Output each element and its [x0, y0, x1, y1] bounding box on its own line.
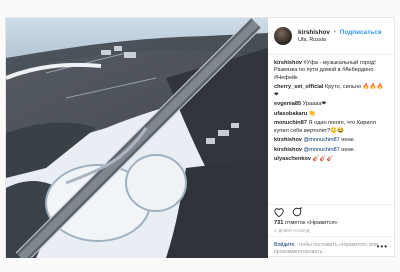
comment-item: ulyaschenkov 🎸🎸🎸 — [274, 156, 388, 163]
comment-item: kirshishov #Уфа - музыкальный город! Раз… — [274, 60, 388, 82]
separator-dot: • — [333, 28, 336, 36]
comment-icon[interactable] — [292, 204, 302, 222]
comment-item: kirshishov @monuchin87 нене. — [274, 137, 388, 144]
comments-list: kirshishov #Уфа - музыкальный город! Раз… — [268, 55, 394, 204]
comment-author[interactable]: kirshishov — [274, 60, 302, 66]
comment-author[interactable]: ufasobakaru — [274, 111, 307, 117]
comment-author[interactable]: kirshishov — [274, 147, 302, 153]
comment-mention[interactable]: @monuchin87 — [304, 137, 340, 143]
comment-text: нене. — [341, 146, 356, 153]
comment-author[interactable]: ulyaschenkov — [274, 156, 311, 162]
comment-item: kirshishov @monuchin87 нене. — [274, 147, 388, 154]
comment-item: ufasobakaru 👏 — [274, 111, 388, 118]
post-modal: kirshishov • Подписаться Ufa, Russia kir… — [5, 17, 395, 258]
aerial-photo-image — [6, 18, 268, 258]
comment-item: cherry_set_official Круто, сильно 🔥🔥🔥❤ — [274, 84, 388, 99]
comment-author[interactable]: monuchin87 — [274, 120, 307, 126]
comment-text: Ураааа❤ — [302, 101, 327, 108]
post-actions — [268, 204, 394, 220]
comment-author[interactable]: evgenia85 — [274, 101, 301, 107]
more-options-icon[interactable]: ••• — [377, 242, 388, 251]
comment-author[interactable]: cherry_set_official — [274, 84, 323, 90]
login-prompt: Войдите, чтобы поставить «Нравится» или … — [268, 236, 394, 258]
comment-item: evgenia85 Ураааа❤ — [274, 101, 388, 108]
login-link[interactable]: Войдите — [274, 242, 294, 248]
comment-item: monuchin87 Я один понял, что Кирилл купи… — [274, 120, 388, 135]
comment-text: 🎸🎸🎸 — [312, 156, 334, 163]
follow-button[interactable]: Подписаться — [340, 29, 382, 36]
post-sidebar: kirshishov • Подписаться Ufa, Russia kir… — [268, 18, 394, 258]
comment-text: 👏 — [308, 110, 316, 117]
comment-author[interactable]: kirshishov — [274, 137, 302, 143]
avatar[interactable] — [274, 27, 292, 45]
author-username[interactable]: kirshishov — [298, 29, 330, 36]
location-link[interactable]: Ufa, Russia — [298, 37, 382, 43]
post-time: 1 дней назад — [274, 228, 310, 233]
post-header: kirshishov • Подписаться Ufa, Russia — [268, 18, 394, 55]
post-photo[interactable] — [6, 18, 268, 258]
comment-mention[interactable]: @monuchin87 — [304, 147, 340, 153]
comment-text: нене. — [341, 137, 356, 144]
heart-icon[interactable] — [274, 204, 284, 222]
